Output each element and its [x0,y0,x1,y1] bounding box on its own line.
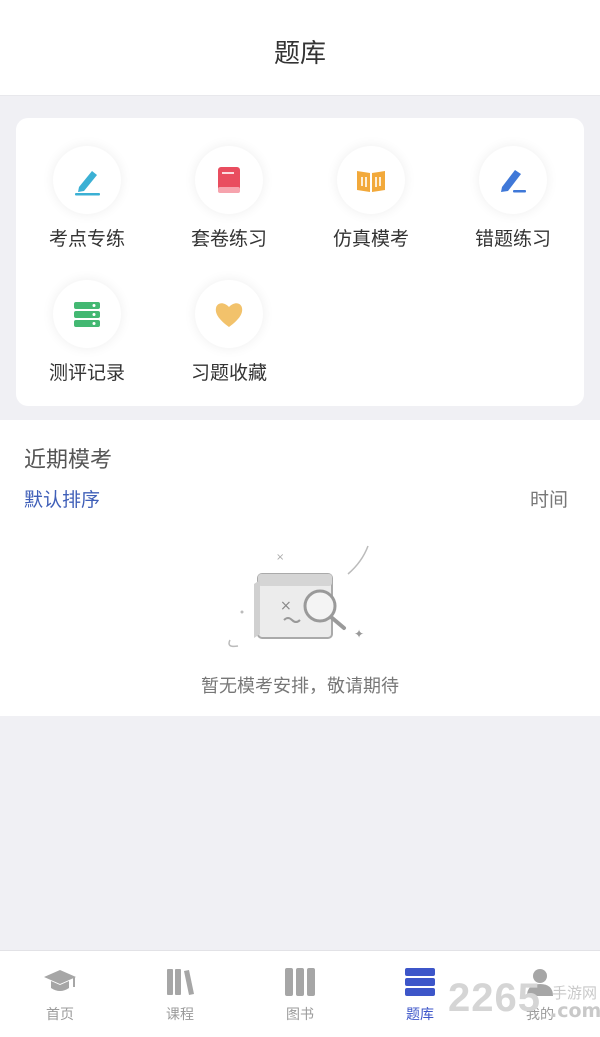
recent-mock-exams-section: 近期模考 默认排序 时间 × × ✦ 暂无模考安排，敬请期待 [0,420,600,716]
empty-state-illustration: × × ✦ [228,545,369,648]
menu-item-topic-practice[interactable]: 考点专练 [16,136,158,256]
tab-label: 图书 [286,1007,314,1023]
page-title: 题库 [273,39,326,69]
question-bank-icon [405,968,435,996]
tab-label: 首页 [46,1007,74,1023]
menu-item-label: 考点专练 [48,228,125,250]
svg-text:×: × [276,552,284,563]
edit-icon [479,146,547,214]
app-screen: 题库 考点专练 套卷练习 仿真模考 错题练习 测评记录 习题收藏 近期模考 默认… [0,0,600,1037]
sort-default-button[interactable]: 默认排序 [24,485,100,512]
pen-icon [53,146,121,214]
open-book-icon [337,146,405,214]
watermark-domain: .com [550,1000,600,1022]
tab-label: 题库 [406,1007,434,1023]
menu-item-paper-practice[interactable]: 套卷练习 [158,136,300,256]
tab-courses[interactable]: 课程 [120,951,240,1037]
watermark-number: 2265 [448,976,541,1020]
menu-item-label: 套卷练习 [190,228,267,250]
tab-label: 课程 [166,1007,194,1023]
section-title: 近期模考 [24,448,113,473]
book-icon [195,146,263,214]
menu-item-label: 测评记录 [48,362,125,384]
heart-icon [195,280,263,348]
menu-item-label: 习题收藏 [190,362,267,384]
menu-item-eval-records[interactable]: 测评记录 [16,270,158,390]
svg-text:✦: ✦ [354,627,364,641]
sort-time-button[interactable]: 时间 [530,485,568,512]
tab-books[interactable]: 图书 [240,951,360,1037]
menu-section: 考点专练 套卷练习 仿真模考 错题练习 测评记录 习题收藏 [0,104,600,418]
tab-home[interactable]: 首页 [0,951,120,1037]
menu-item-favorites[interactable]: 习题收藏 [158,270,300,390]
empty-state-message: 暂无模考安排，敬请期待 [201,676,399,697]
top-bar: 题库 [0,0,600,96]
menu-item-label: 仿真模考 [332,228,409,250]
site-watermark: 2265 手游网 .com [448,960,600,1030]
library-icon [285,968,315,996]
svg-text:×: × [280,598,292,614]
menu-item-mock-exam[interactable]: 仿真模考 [300,136,442,256]
menu-item-wrong-questions[interactable]: 错题练习 [442,136,584,256]
menu-card: 考点专练 套卷练习 仿真模考 错题练习 测评记录 习题收藏 [16,118,584,406]
graduation-cap-icon [44,970,76,991]
menu-item-label: 错题练习 [474,228,551,250]
books-icon [167,969,194,995]
records-icon [53,280,121,348]
